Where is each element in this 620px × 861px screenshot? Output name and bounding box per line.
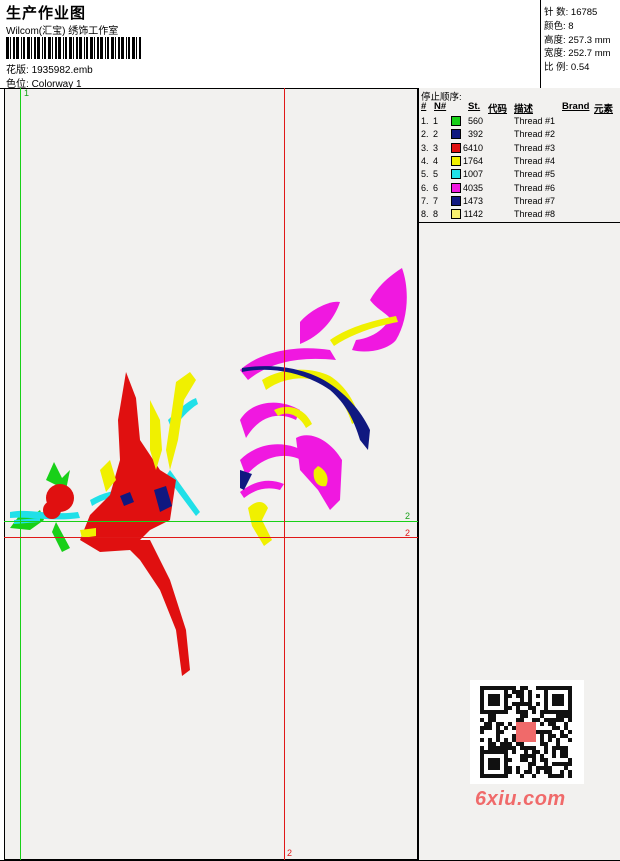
column-header-code: 代码 [488,104,508,115]
thread-index: 6. [421,182,429,193]
thread-stitches: 4035 [462,182,483,193]
column-header-brand: Brand [562,101,590,112]
phoenix-tail-motif [240,268,407,546]
thread-index: 3. [421,142,429,153]
thread-description: Thread #7 [514,195,556,206]
thread-color-swatch [451,142,461,153]
thread-color-swatch [451,195,461,206]
thread-stitches: 6410 [462,142,483,153]
guide-line-vertical-green [20,88,21,860]
thread-row[interactable]: 2. 2 392 Thread #2 [421,128,619,141]
thread-number: 6 [433,182,439,193]
thread-stitches: 1142 [463,209,483,220]
thread-number: 5 [433,169,439,180]
thread-description: Thread #2 [514,129,556,140]
thread-index: 5. [421,169,429,180]
thread-number: 8 [433,209,439,220]
guide-label-green-right: 2 [405,511,411,521]
thread-row[interactable]: 1. 1 560 Thread #1 [421,115,619,128]
guide-label-red-bottom: 2 [287,848,293,858]
thread-description: Thread #4 [514,155,556,166]
bird-motif [10,372,200,676]
guide-line-horizontal-green [4,521,418,522]
thread-color-swatch [451,169,461,180]
thread-row[interactable]: 3. 3 6410 Thread #3 [421,142,619,155]
thread-stitches: 1007 [462,169,483,180]
column-header-element: 元素 [594,104,614,115]
thread-stitches: 1473 [462,195,483,206]
thread-description: Thread #5 [514,169,556,180]
guide-line-horizontal-red [4,537,418,538]
qr-code-icon [470,680,584,784]
thread-color-swatch [451,155,461,166]
column-header-n: N# [434,101,447,112]
thread-stitches: 1764 [462,155,483,166]
column-header-stitches: St. [468,101,481,112]
thread-description: Thread #3 [514,142,556,153]
watermark-text: 6xiu.com [475,788,566,810]
thread-row[interactable]: 7. 7 1473 Thread #7 [421,195,619,208]
thread-index: 8. [421,209,429,220]
thread-number: 3 [433,142,439,153]
thread-index: 4. [421,155,429,166]
thread-number: 2 [433,129,439,140]
thread-number: 4 [433,155,439,166]
thread-color-swatch [451,209,461,220]
thread-index: 7. [421,195,429,206]
thread-color-swatch [451,129,461,140]
thread-description: Thread #6 [514,182,556,193]
thread-color-swatch [451,182,461,193]
thread-row[interactable]: 6. 6 4035 Thread #6 [421,182,619,195]
thread-row[interactable]: 8. 8 1142 Thread #8 [421,208,619,221]
thread-stitches: 560 [467,116,483,126]
thread-number: 7 [433,195,439,206]
guide-label-green-top: 1 [24,88,30,98]
thread-index: 1. [421,116,429,126]
guide-line-vertical-red [284,88,285,860]
thread-description: Thread #8 [514,209,556,220]
thread-index: 2. [421,129,429,140]
thread-description: Thread #1 [514,116,556,126]
thread-color-swatch [451,116,461,126]
thread-row[interactable]: 5. 5 1007 Thread #5 [421,168,619,181]
column-header-index: # [421,101,427,112]
thread-number: 1 [433,116,439,126]
thread-row[interactable]: 4. 4 1764 Thread #4 [421,155,619,168]
guide-label-red-right: 2 [405,528,411,538]
column-header-description: 描述 [514,104,534,115]
thread-stitches: 392 [467,129,483,140]
